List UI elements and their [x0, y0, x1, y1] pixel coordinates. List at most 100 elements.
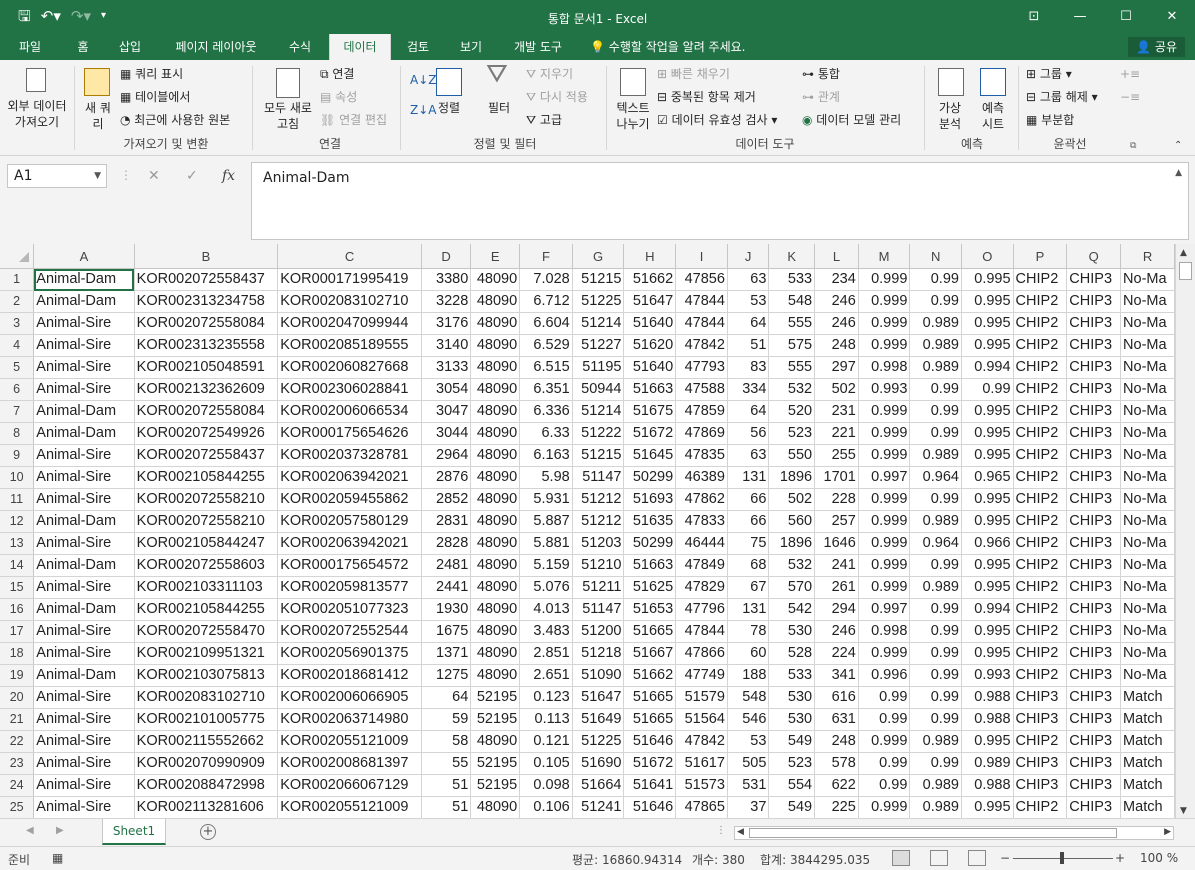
- cell[interactable]: 3228: [421, 290, 472, 313]
- row-header[interactable]: 15: [0, 576, 35, 599]
- cell[interactable]: 2441: [421, 576, 472, 599]
- cell[interactable]: CHIP3: [1066, 796, 1122, 818]
- new-query-button[interactable]: 새 쿼 리: [82, 100, 114, 132]
- cell[interactable]: KOR002055121009: [277, 730, 422, 753]
- row-header[interactable]: 22: [0, 730, 35, 753]
- enter-icon[interactable]: ✓: [186, 168, 198, 184]
- cell[interactable]: Animal-Sire: [33, 532, 135, 555]
- cell[interactable]: 47842: [675, 334, 728, 357]
- cell[interactable]: 3133: [421, 356, 472, 379]
- cell[interactable]: 47829: [675, 576, 728, 599]
- cell[interactable]: 0.999: [858, 510, 911, 533]
- cell[interactable]: CHIP3: [1066, 400, 1122, 423]
- refresh-all-button[interactable]: 모두 새로 고침: [260, 100, 316, 132]
- cell[interactable]: 0.99: [909, 400, 962, 423]
- cell[interactable]: 47859: [675, 400, 728, 423]
- expand-formula-bar-icon[interactable]: ▲: [1175, 168, 1182, 178]
- tab-developer[interactable]: 개발 도구: [505, 34, 571, 60]
- cell[interactable]: 51215: [572, 444, 625, 467]
- cell[interactable]: Animal-Sire: [33, 730, 135, 753]
- cell[interactable]: 1896: [768, 532, 816, 555]
- cell[interactable]: No-Ma: [1120, 400, 1175, 423]
- cell[interactable]: 0.99: [858, 774, 911, 797]
- cell[interactable]: KOR000171995419: [277, 268, 422, 291]
- column-header[interactable]: D: [421, 244, 472, 269]
- cell[interactable]: 3044: [421, 422, 472, 445]
- cell[interactable]: CHIP3: [1013, 686, 1068, 709]
- cell[interactable]: 0.999: [858, 268, 911, 291]
- cell[interactable]: 248: [814, 730, 859, 753]
- cell[interactable]: 5.881: [519, 532, 573, 555]
- cell[interactable]: KOR002072549926: [134, 422, 279, 445]
- ribbon-display-options-icon[interactable]: ⊡: [1011, 0, 1057, 34]
- cell[interactable]: 505: [727, 752, 770, 775]
- cell[interactable]: 1701: [814, 466, 859, 489]
- cell[interactable]: KOR002006066905: [277, 686, 422, 709]
- cell[interactable]: 0.99: [858, 752, 911, 775]
- cell[interactable]: 0.998: [858, 620, 911, 643]
- cell[interactable]: 555: [768, 356, 816, 379]
- cell[interactable]: No-Ma: [1120, 334, 1175, 357]
- cell[interactable]: KOR002056901375: [277, 642, 422, 665]
- cell[interactable]: 0.995: [961, 290, 1014, 313]
- cell[interactable]: 0.989: [909, 796, 962, 818]
- cell[interactable]: 51: [421, 796, 472, 818]
- cell[interactable]: Animal-Sire: [33, 334, 135, 357]
- cell[interactable]: 51665: [623, 708, 677, 731]
- cell[interactable]: KOR002072558210: [134, 510, 279, 533]
- cell[interactable]: CHIP3: [1066, 708, 1122, 731]
- cell[interactable]: 6.163: [519, 444, 573, 467]
- cell[interactable]: No-Ma: [1120, 664, 1175, 687]
- cell[interactable]: KOR002072558603: [134, 554, 279, 577]
- zoom-level[interactable]: 100 %: [1140, 851, 1178, 865]
- cell[interactable]: 50944: [572, 378, 625, 401]
- cell[interactable]: 51203: [572, 532, 625, 555]
- tab-file[interactable]: 파일: [8, 34, 52, 60]
- cell[interactable]: CHIP3: [1066, 334, 1122, 357]
- cell[interactable]: 51672: [623, 752, 677, 775]
- tell-me-box[interactable]: 💡 수행할 작업을 알려 주세요.: [590, 34, 766, 60]
- cell[interactable]: 0.993: [961, 664, 1014, 687]
- filter-button[interactable]: 필터: [488, 100, 510, 116]
- column-header[interactable]: A: [33, 244, 135, 269]
- cell[interactable]: 47844: [675, 312, 728, 335]
- cell[interactable]: 224: [814, 642, 859, 665]
- cell[interactable]: 51225: [572, 290, 625, 313]
- cell[interactable]: 56: [727, 422, 770, 445]
- cell[interactable]: 560: [768, 510, 816, 533]
- cell[interactable]: CHIP2: [1013, 444, 1068, 467]
- cell[interactable]: Animal-Sire: [33, 796, 135, 818]
- tab-formulas[interactable]: 수식: [282, 34, 318, 60]
- cell[interactable]: 51693: [623, 488, 677, 511]
- cell[interactable]: 523: [768, 752, 816, 775]
- cell[interactable]: 53: [727, 290, 770, 313]
- cell[interactable]: 0.123: [519, 686, 573, 709]
- close-icon[interactable]: ✕: [1149, 0, 1195, 34]
- cell[interactable]: CHIP2: [1013, 620, 1068, 643]
- cell[interactable]: CHIP2: [1013, 796, 1068, 818]
- cell[interactable]: No-Ma: [1120, 444, 1175, 467]
- tab-view[interactable]: 보기: [451, 34, 491, 60]
- cell[interactable]: CHIP3: [1066, 554, 1122, 577]
- cell[interactable]: 0.988: [961, 686, 1014, 709]
- cell[interactable]: KOR002103311103: [134, 576, 279, 599]
- cell[interactable]: No-Ma: [1120, 554, 1175, 577]
- cell[interactable]: 0.99: [961, 378, 1014, 401]
- cell[interactable]: 0.995: [961, 488, 1014, 511]
- cell[interactable]: CHIP3: [1066, 268, 1122, 291]
- cell[interactable]: KOR002072558084: [134, 400, 279, 423]
- cell[interactable]: 225: [814, 796, 859, 818]
- column-header[interactable]: E: [470, 244, 521, 269]
- cell[interactable]: CHIP2: [1013, 576, 1068, 599]
- cell[interactable]: Animal-Sire: [33, 312, 135, 335]
- cell[interactable]: 246: [814, 312, 859, 335]
- cell[interactable]: 55: [421, 752, 472, 775]
- cell[interactable]: 0.997: [858, 598, 911, 621]
- cell[interactable]: 0.999: [858, 642, 911, 665]
- cell[interactable]: 6.529: [519, 334, 573, 357]
- column-header[interactable]: I: [675, 244, 728, 269]
- cell[interactable]: KOR002313234758: [134, 290, 279, 313]
- cell[interactable]: 51573: [675, 774, 728, 797]
- cell[interactable]: CHIP2: [1013, 334, 1068, 357]
- cell[interactable]: 52195: [470, 686, 521, 709]
